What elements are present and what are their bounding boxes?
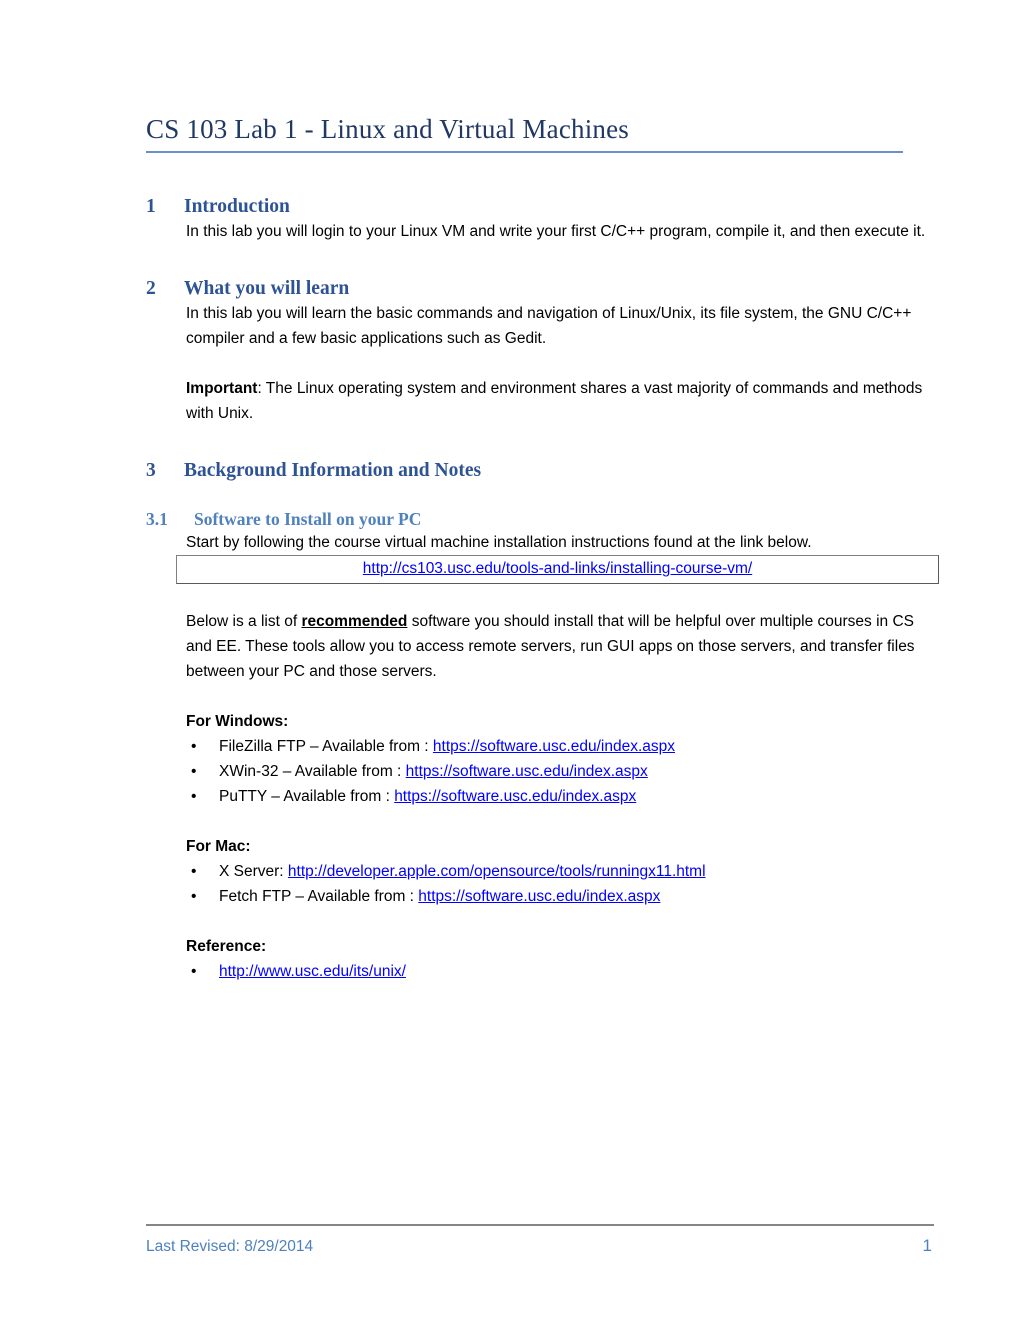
important-note: Important: The Linux operating system an… (186, 376, 936, 426)
windows-software-list: • FileZilla FTP – Available from : https… (190, 734, 936, 809)
bullet-icon: • (191, 963, 197, 980)
subheading-label: Software to Install on your PC (194, 509, 422, 529)
bullet-icon: • (191, 763, 197, 780)
list-item: • Fetch FTP – Available from : https://s… (190, 884, 936, 909)
for-windows-label: For Windows: (186, 713, 289, 730)
bullet-icon: • (191, 738, 197, 755)
list-item: • XWin-32 – Available from : https://sof… (190, 759, 936, 784)
important-text: : The Linux operating system and environ… (186, 380, 923, 422)
software-usc-link[interactable]: https://software.usc.edu/index.aspx (406, 763, 648, 780)
installing-course-vm-link[interactable]: http://cs103.usc.edu/tools-and-links/ins… (363, 560, 752, 577)
list-item-text: PuTTY – Available from : (219, 788, 395, 805)
section31-body: Start by following the course virtual ma… (186, 530, 936, 555)
recommended-emphasis: recommended (301, 613, 408, 630)
footer-divider (146, 1224, 934, 1226)
mac-software-list: • X Server: http://developer.apple.com/o… (190, 859, 936, 909)
section1-body: In this lab you will login to your Linux… (186, 219, 936, 244)
heading-introduction: 1 Introduction (146, 195, 936, 219)
page-number: 1 (922, 1236, 932, 1255)
list-item-text: XWin-32 – Available from : (219, 763, 406, 780)
paragraph: In this lab you will learn the basic com… (186, 305, 912, 347)
list-item-text: FileZilla FTP – Available from : (219, 738, 433, 755)
footer-row: Last Revised: 8/29/2014 1 (146, 1235, 934, 1258)
recommended-software-paragraph: Below is a list of recommended software … (186, 609, 936, 684)
bullet-icon: • (191, 888, 197, 905)
list-item: • FileZilla FTP – Available from : https… (190, 734, 936, 759)
paragraph: Start by following the course virtual ma… (186, 534, 812, 551)
list-item-text: X Server: (219, 863, 288, 880)
subheading-number: 3.1 (146, 509, 168, 529)
heading-label: What you will learn (184, 278, 350, 299)
paragraph: In this lab you will login to your Linux… (186, 223, 926, 240)
for-mac-label: For Mac: (186, 838, 251, 855)
list-item: • PuTTY – Available from : https://softw… (190, 784, 936, 809)
software-usc-link[interactable]: https://software.usc.edu/index.aspx (433, 738, 675, 755)
page-footer: Last Revised: 8/29/2014 1 (146, 1224, 934, 1258)
reference-list: • http://www.usc.edu/its/unix/ (190, 959, 936, 984)
reference-label: Reference: (186, 938, 267, 955)
heading-label: Introduction (184, 196, 290, 217)
software-usc-link[interactable]: https://software.usc.edu/index.aspx (418, 888, 660, 905)
heading-what-you-will-learn: 2 What you will learn (146, 277, 936, 301)
paragraph-pre: Below is a list of (186, 613, 302, 630)
usc-unix-link[interactable]: http://www.usc.edu/its/unix/ (219, 963, 406, 980)
document-page: CS 103 Lab 1 - Linux and Virtual Machine… (0, 0, 1020, 1320)
heading-number: 1 (146, 196, 156, 217)
section2-body: In this lab you will learn the basic com… (186, 301, 936, 426)
list-item: • http://www.usc.edu/its/unix/ (190, 959, 936, 984)
paragraph: Below is a list of recommended software … (186, 609, 936, 684)
list-item: • X Server: http://developer.apple.com/o… (190, 859, 936, 884)
last-revised-text: Last Revised: 8/29/2014 (146, 1238, 314, 1255)
vm-link-box[interactable]: http://cs103.usc.edu/tools-and-links/ins… (176, 555, 939, 584)
software-usc-link[interactable]: https://software.usc.edu/index.aspx (394, 788, 636, 805)
document-body: CS 103 Lab 1 - Linux and Virtual Machine… (146, 112, 939, 984)
heading-software-to-install: 3.1 Software to Install on your PC (146, 508, 936, 530)
important-label: Important (186, 380, 258, 397)
heading-number: 2 (146, 278, 156, 299)
heading-label: Background Information and Notes (184, 460, 482, 481)
bullet-icon: • (191, 788, 197, 805)
heading-background-information: 3 Background Information and Notes (146, 459, 936, 483)
bullet-icon: • (191, 863, 197, 880)
list-item-text: Fetch FTP – Available from : (219, 888, 419, 905)
heading-number: 3 (146, 460, 156, 481)
page-title: CS 103 Lab 1 - Linux and Virtual Machine… (146, 114, 630, 144)
apple-x11-link[interactable]: http://developer.apple.com/opensource/to… (288, 863, 706, 880)
